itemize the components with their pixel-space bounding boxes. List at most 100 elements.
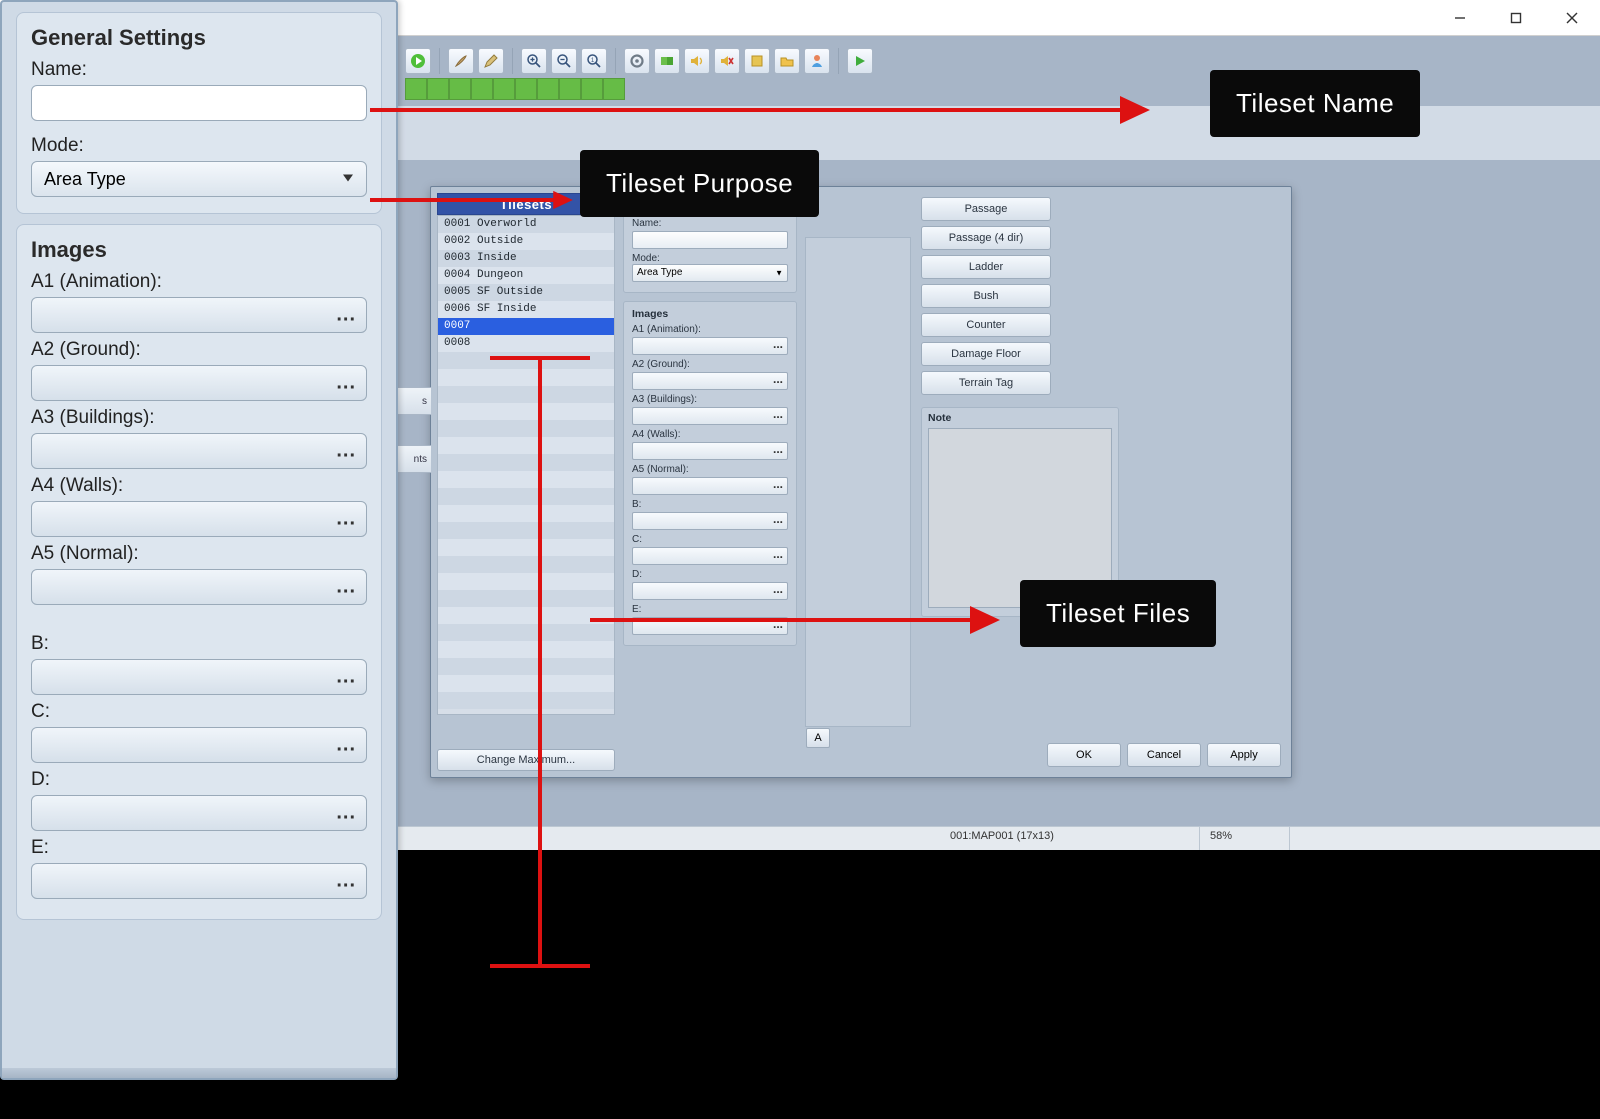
tileset-list-row[interactable] — [438, 488, 614, 505]
image-slot-label: A5 (Normal): — [31, 543, 367, 565]
tileset-list-row[interactable] — [438, 386, 614, 403]
tileset-list-row[interactable] — [438, 556, 614, 573]
image-slot-button[interactable]: ... — [31, 365, 367, 401]
ok-button[interactable]: OK — [1047, 743, 1121, 767]
tileset-list-row[interactable] — [438, 420, 614, 437]
mode-value: Area Type — [44, 169, 126, 190]
tileset-list-row[interactable] — [438, 539, 614, 556]
tileset-list-row[interactable] — [438, 641, 614, 658]
tileset-list-row[interactable] — [438, 658, 614, 675]
tileset-list-row[interactable] — [438, 607, 614, 624]
toolbar-sound-off-icon[interactable] — [714, 48, 740, 74]
tileset-list-row[interactable] — [438, 573, 614, 590]
dialog-image-slot-button[interactable]: ... — [632, 477, 788, 495]
dialog-image-slot-label: A3 (Buildings): — [632, 394, 788, 405]
tileset-list-row[interactable]: 0001 Overworld — [438, 216, 614, 233]
tileset-list-row[interactable] — [438, 624, 614, 641]
tileset-list-row[interactable]: 0005 SF Outside — [438, 284, 614, 301]
toolbar-music-icon[interactable] — [744, 48, 770, 74]
tileset-list-row[interactable] — [438, 369, 614, 386]
image-slot-button[interactable]: ... — [31, 433, 367, 469]
tileset-list-row[interactable]: 0003 Inside — [438, 250, 614, 267]
tileset-list-row[interactable] — [438, 454, 614, 471]
dialog-image-slot-label: A5 (Normal): — [632, 464, 788, 475]
dialog-image-slot-button[interactable]: ... — [632, 512, 788, 530]
annotation-tileset-files: Tileset Files — [1020, 580, 1216, 647]
tileset-list-row[interactable] — [438, 675, 614, 692]
preview-tab-a[interactable]: A — [806, 728, 830, 748]
general-settings-panel: General Settings Name: Mode: Area Type I… — [0, 0, 398, 1080]
toolbar-folder-icon[interactable] — [774, 48, 800, 74]
database-side-tab[interactable]: s — [393, 387, 431, 415]
dialog-image-slot-label: A2 (Ground): — [632, 359, 788, 370]
image-slot-button[interactable]: ... — [31, 501, 367, 537]
arrow-head-icon — [970, 606, 1000, 634]
passage-type-button[interactable]: Damage Floor — [921, 342, 1051, 366]
passage-type-button[interactable]: Passage — [921, 197, 1051, 221]
passage-type-button[interactable]: Bush — [921, 284, 1051, 308]
ellipsis-icon: ... — [336, 666, 356, 689]
database-side-tab[interactable]: nts — [393, 445, 431, 473]
dialog-mode-select[interactable]: Area Type▼ — [632, 264, 788, 282]
mode-label: Mode: — [31, 135, 367, 157]
window-minimize-button[interactable] — [1432, 0, 1488, 36]
passage-type-button[interactable]: Ladder — [921, 255, 1051, 279]
dialog-name-input[interactable] — [632, 231, 788, 249]
tileset-list-row[interactable]: 0002 Outside — [438, 233, 614, 250]
dialog-image-slot-button[interactable]: ... — [632, 372, 788, 390]
tileset-list-row[interactable]: 0007 — [438, 318, 614, 335]
window-maximize-button[interactable] — [1488, 0, 1544, 36]
mode-select[interactable]: Area Type — [31, 161, 367, 197]
tileset-list-row[interactable]: 0004 Dungeon — [438, 267, 614, 284]
toolbar-plugin-icon[interactable] — [654, 48, 680, 74]
toolbar-zoom-reset-icon[interactable]: 1 — [581, 48, 607, 74]
passage-type-button[interactable]: Counter — [921, 313, 1051, 337]
tileset-list-row[interactable] — [438, 522, 614, 539]
image-slot-button[interactable]: ... — [31, 297, 367, 333]
toolbar-play-green-icon[interactable] — [405, 48, 431, 74]
dialog-mode-value: Area Type — [637, 267, 682, 278]
toolbar-database-icon[interactable] — [624, 48, 650, 74]
tileset-list-row[interactable] — [438, 437, 614, 454]
toolbar-zoom-in-icon[interactable] — [521, 48, 547, 74]
ellipsis-icon: ... — [773, 512, 783, 526]
tileset-list-row[interactable] — [438, 403, 614, 420]
tileset-list-row[interactable] — [438, 352, 614, 369]
tileset-list-row[interactable]: 0006 SF Inside — [438, 301, 614, 318]
image-slot-button[interactable]: ... — [31, 659, 367, 695]
ellipsis-icon: ... — [336, 734, 356, 757]
apply-button[interactable]: Apply — [1207, 743, 1281, 767]
passage-type-button[interactable]: Terrain Tag — [921, 371, 1051, 395]
dialog-image-slot-button[interactable]: ... — [632, 442, 788, 460]
tile-strip — [405, 78, 1165, 100]
tileset-list-row[interactable] — [438, 692, 614, 709]
tileset-list-row[interactable] — [438, 590, 614, 607]
tileset-list-row[interactable] — [438, 505, 614, 522]
cancel-button[interactable]: Cancel — [1127, 743, 1201, 767]
tileset-name-input[interactable] — [31, 85, 367, 121]
toolbar-brush-icon[interactable] — [448, 48, 474, 74]
image-slot-label: A4 (Walls): — [31, 475, 367, 497]
image-slot-button[interactable]: ... — [31, 795, 367, 831]
window-close-button[interactable] — [1544, 0, 1600, 36]
tilesets-list[interactable]: 0001 Overworld0002 Outside0003 Inside000… — [437, 215, 615, 715]
image-slot-label: B: — [31, 633, 367, 655]
dialog-image-slot-button[interactable]: ... — [632, 407, 788, 425]
toolbar-zoom-out-icon[interactable] — [551, 48, 577, 74]
toolbar-sound-icon[interactable] — [684, 48, 710, 74]
passage-type-button[interactable]: Passage (4 dir) — [921, 226, 1051, 250]
image-slot-button[interactable]: ... — [31, 863, 367, 899]
tileset-list-row[interactable]: 0008 — [438, 335, 614, 352]
toolbar-pencil-icon[interactable] — [478, 48, 504, 74]
image-slot-button[interactable]: ... — [31, 727, 367, 763]
main-toolbar: 1 — [405, 44, 873, 78]
dialog-image-slot-button[interactable]: ... — [632, 337, 788, 355]
toolbar-playtest-icon[interactable] — [847, 48, 873, 74]
tileset-list-row[interactable] — [438, 471, 614, 488]
dialog-image-slot-button[interactable]: ... — [632, 547, 788, 565]
dialog-image-slot-button[interactable]: ... — [632, 582, 788, 600]
toolbar-character-icon[interactable] — [804, 48, 830, 74]
change-maximum-button[interactable]: Change Maximum... — [437, 749, 615, 771]
image-slot-button[interactable]: ... — [31, 569, 367, 605]
image-slot-label: A1 (Animation): — [31, 271, 367, 293]
